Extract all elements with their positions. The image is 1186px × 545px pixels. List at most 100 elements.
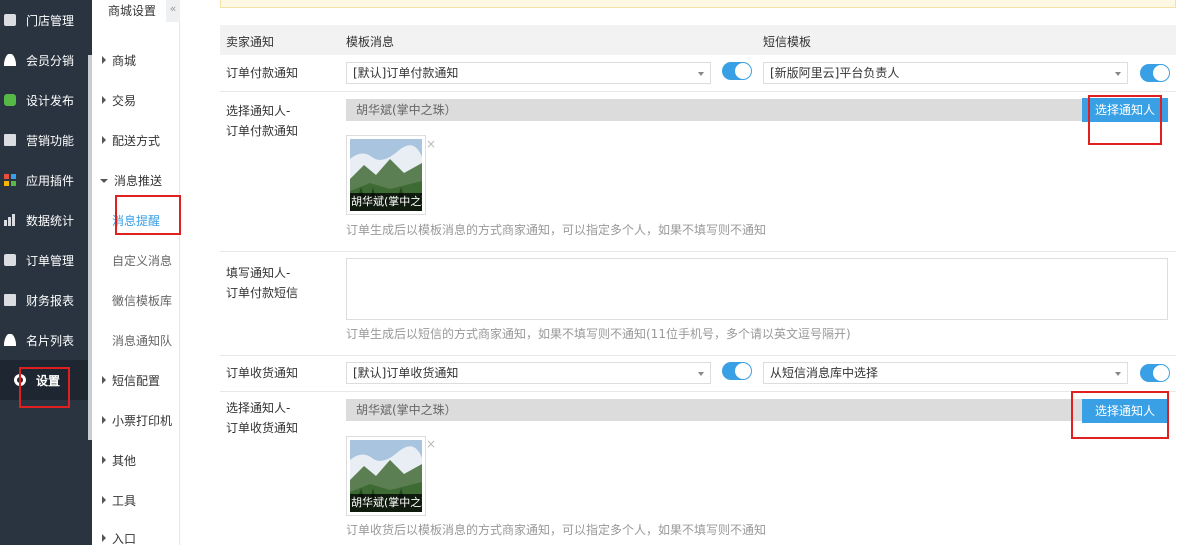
subnav-item-sms[interactable]: 短信配置 bbox=[92, 372, 180, 392]
person-avatar-name: 胡华斌(掌中之珠） bbox=[350, 193, 422, 211]
apps-icon bbox=[4, 174, 16, 186]
sidebar-item-label: 财务报表 bbox=[26, 293, 75, 308]
order-received-sms-select[interactable]: 从短信消息库中选择 bbox=[763, 362, 1128, 384]
label-line: 选择通知人- bbox=[226, 401, 291, 415]
subnav-item-printer[interactable]: 小票打印机 bbox=[92, 412, 180, 432]
subnav-item-label: 入口 bbox=[112, 532, 137, 545]
order-paid-fill-hint: 订单生成后以短信的方式商家通知，如果不填写则不通知(11位手机号，多个请以英文逗… bbox=[346, 327, 851, 341]
order-received-person-card: 胡华斌(掌中之珠） bbox=[346, 436, 426, 516]
subnav-item-label: 商城 bbox=[112, 54, 137, 68]
chevron-right-icon bbox=[102, 56, 106, 64]
sidebar-item-label: 营销功能 bbox=[26, 133, 75, 148]
subnav-item-label: 配送方式 bbox=[112, 134, 161, 148]
chart-icon bbox=[4, 214, 16, 226]
subnav-item-entry[interactable]: 入口 bbox=[92, 530, 180, 545]
sidebar-item-stats[interactable]: 数据统计 bbox=[0, 200, 88, 240]
order-paid-pick-label: 选择通知人- 订单付款通知 bbox=[226, 101, 298, 141]
select-value: 从短信消息库中选择 bbox=[770, 366, 879, 380]
order-paid-sms-select[interactable]: [新版阿里云]平台负责人 bbox=[763, 62, 1128, 84]
header-template-message: 模板消息 bbox=[346, 35, 395, 49]
subnav-item-shop[interactable]: 商城 bbox=[92, 52, 180, 72]
main-content: 卖家通知 模板消息 短信模板 订单付款通知 [默认]订单付款通知 [新版阿里云]… bbox=[180, 0, 1186, 545]
subnav-item-label: 小票打印机 bbox=[112, 414, 173, 428]
design-icon bbox=[4, 94, 16, 106]
collapse-button[interactable]: « bbox=[166, 0, 180, 22]
order-paid-phone-textarea[interactable] bbox=[346, 258, 1168, 320]
header-sms-template: 短信模板 bbox=[763, 35, 812, 49]
sidebar-item-marketing[interactable]: 营销功能 bbox=[0, 120, 88, 160]
row-divider bbox=[220, 391, 1176, 392]
sub-sidebar-header: 商城设置 « bbox=[92, 0, 180, 22]
sidebar-item-apps[interactable]: 应用插件 bbox=[0, 160, 88, 200]
sidebar-item-store[interactable]: 门店管理 bbox=[0, 0, 88, 40]
row-divider bbox=[220, 91, 1176, 92]
highlight-box-pick-button-1 bbox=[1088, 95, 1162, 145]
member-icon bbox=[4, 54, 16, 66]
sub-sidebar-title: 商城设置 bbox=[108, 4, 157, 18]
order-received-pick-label: 选择通知人- 订单收货通知 bbox=[226, 398, 298, 438]
finance-icon bbox=[4, 294, 16, 306]
order-received-template-toggle[interactable] bbox=[722, 362, 752, 380]
sidebar-item-finance[interactable]: 财务报表 bbox=[0, 280, 88, 320]
caret-down-icon bbox=[1115, 72, 1121, 76]
order-paid-selected-people: 胡华斌(掌中之珠） bbox=[346, 99, 1168, 121]
sidebar-item-label: 订单管理 bbox=[26, 253, 75, 268]
caret-down-icon bbox=[1115, 372, 1121, 376]
sidebar-item-member[interactable]: 会员分销 bbox=[0, 40, 88, 80]
order-paid-sms-toggle[interactable] bbox=[1140, 64, 1170, 82]
person-avatar: 胡华斌(掌中之珠） bbox=[350, 139, 422, 211]
subnav-item-other[interactable]: 其他 bbox=[92, 452, 180, 472]
chevron-right-icon bbox=[102, 96, 106, 104]
sidebar-item-orders[interactable]: 订单管理 bbox=[0, 240, 88, 280]
table-header: 卖家通知 模板消息 短信模板 bbox=[220, 25, 1176, 55]
select-value: [默认]订单收货通知 bbox=[353, 366, 459, 380]
subnav-child-custom-message[interactable]: 自定义消息 bbox=[92, 252, 180, 272]
highlight-box-pick-button-2 bbox=[1071, 391, 1169, 439]
row-divider bbox=[220, 355, 1176, 356]
person-avatar: 胡华斌(掌中之珠） bbox=[350, 440, 422, 512]
sidebar-item-label: 数据统计 bbox=[26, 213, 75, 228]
subnav-item-trade[interactable]: 交易 bbox=[92, 92, 180, 112]
subnav-item-label: 短信配置 bbox=[112, 374, 161, 388]
sidebar-item-cards[interactable]: 名片列表 bbox=[0, 320, 88, 360]
sidebar-item-label: 门店管理 bbox=[26, 13, 75, 28]
chevron-right-icon bbox=[102, 496, 106, 504]
remove-person-icon[interactable]: × bbox=[426, 137, 436, 151]
toggle-knob bbox=[1153, 365, 1169, 381]
order-paid-fill-label: 填写通知人- 订单付款短信 bbox=[226, 263, 298, 303]
sidebar-item-label: 设计发布 bbox=[26, 93, 75, 108]
subnav-item-tools[interactable]: 工具 bbox=[92, 492, 180, 512]
notice-bar bbox=[220, 0, 1176, 8]
sidebar-item-design[interactable]: 设计发布 bbox=[0, 80, 88, 120]
order-received-template-select[interactable]: [默认]订单收货通知 bbox=[346, 362, 711, 384]
chevron-right-icon bbox=[102, 376, 106, 384]
select-value: [默认]订单付款通知 bbox=[353, 66, 459, 80]
subnav-child-message-queue[interactable]: 消息通知队 bbox=[92, 332, 180, 352]
chevron-down-icon bbox=[100, 179, 108, 183]
highlight-box-message-reminder bbox=[115, 195, 181, 235]
label-line: 填写通知人- bbox=[226, 266, 291, 280]
order-paid-template-select[interactable]: [默认]订单付款通知 bbox=[346, 62, 711, 84]
subnav-child-template-library[interactable]: 黴信模板库 bbox=[92, 292, 180, 312]
gift-icon bbox=[4, 134, 16, 146]
chevron-right-icon bbox=[102, 456, 106, 464]
order-paid-label: 订单付款通知 bbox=[226, 66, 299, 80]
label-line: 订单付款通知 bbox=[226, 124, 299, 138]
highlight-box-settings bbox=[19, 367, 70, 408]
sub-sidebar: 商城设置 « 商城 交易 配送方式 消息推送 消息提醒 自定义消息 黴信模板库 … bbox=[92, 0, 180, 545]
toggle-knob bbox=[735, 363, 751, 379]
subnav-item-push[interactable]: 消息推送 bbox=[92, 172, 180, 192]
chevron-right-icon bbox=[102, 534, 106, 542]
order-received-sms-toggle[interactable] bbox=[1140, 364, 1170, 382]
app-root: 门店管理 会员分销 设计发布 营销功能 应用插件 数据统计 订单管理 财务报表 bbox=[0, 0, 1186, 545]
remove-person-icon[interactable]: × bbox=[426, 437, 436, 451]
label-line: 订单收货通知 bbox=[226, 421, 299, 435]
label-line: 订单付款短信 bbox=[226, 286, 299, 300]
main-sidebar: 门店管理 会员分销 设计发布 营销功能 应用插件 数据统计 订单管理 财务报表 bbox=[0, 0, 92, 545]
subnav-item-label: 其他 bbox=[112, 454, 137, 468]
order-paid-template-toggle[interactable] bbox=[722, 62, 752, 80]
subnav-item-label: 消息推送 bbox=[114, 174, 163, 188]
order-icon bbox=[4, 254, 16, 266]
subnav-item-delivery[interactable]: 配送方式 bbox=[92, 132, 180, 152]
person-avatar-name: 胡华斌(掌中之珠） bbox=[350, 494, 422, 512]
